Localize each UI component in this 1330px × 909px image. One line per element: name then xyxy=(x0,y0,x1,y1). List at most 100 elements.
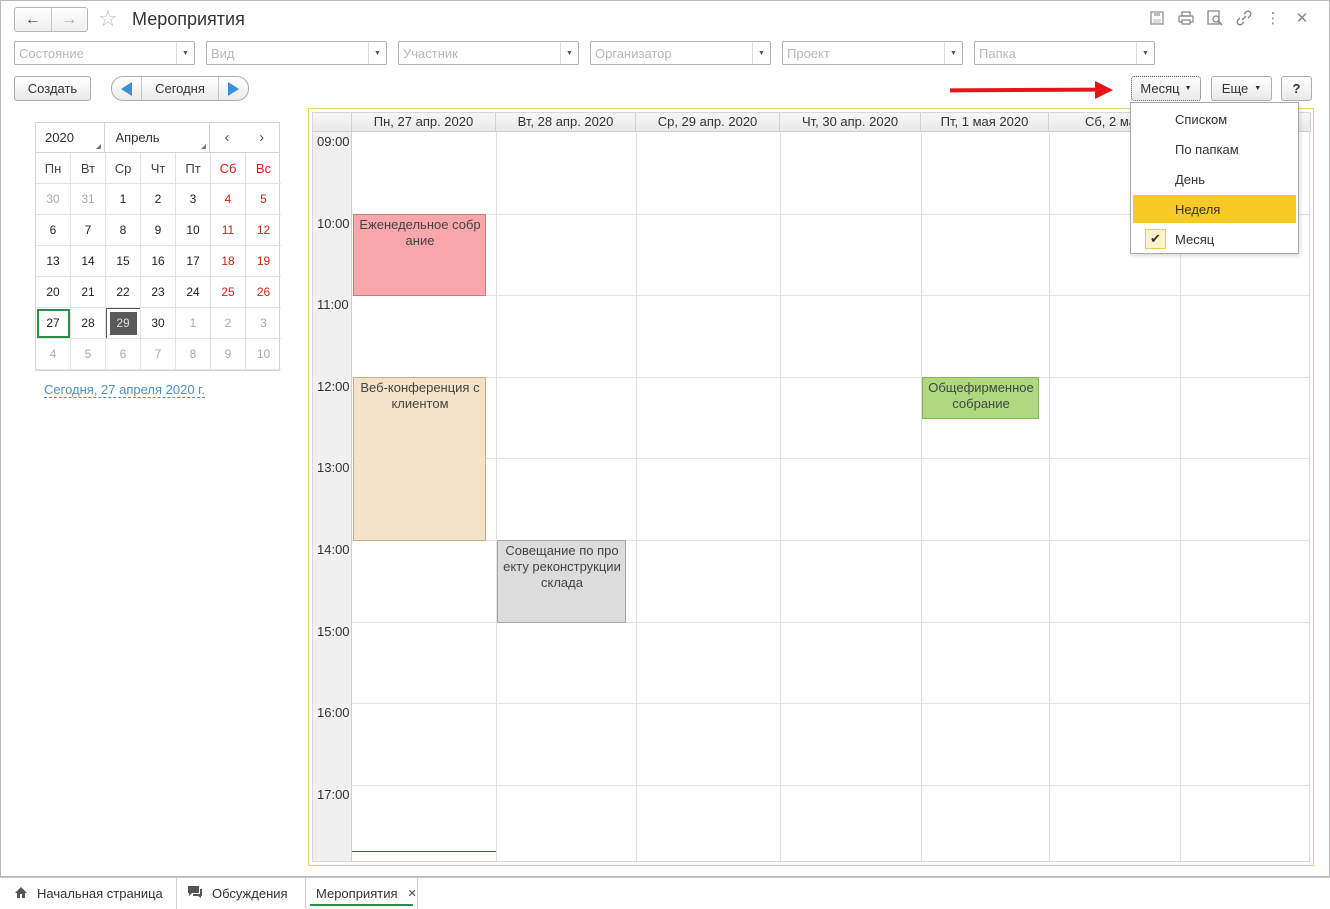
link-icon[interactable] xyxy=(1235,9,1253,27)
weekday-header: Сб xyxy=(211,153,246,184)
year-label: 2020 xyxy=(45,130,74,145)
tab-home[interactable]: Начальная страница xyxy=(0,878,177,909)
preview-icon[interactable] xyxy=(1206,9,1224,27)
chevron-down-icon[interactable]: ▼ xyxy=(368,42,386,64)
prev-month-button[interactable]: ‹ xyxy=(210,123,245,152)
calendar-day[interactable]: 3 xyxy=(176,184,211,215)
calendar-day[interactable]: 8 xyxy=(106,215,141,246)
tab-events[interactable]: Мероприятия ✕ xyxy=(306,878,418,909)
day-header[interactable]: Вт, 28 апр. 2020 xyxy=(496,113,636,132)
calendar-day[interactable]: 2 xyxy=(211,308,246,339)
calendar-event[interactable]: Совещание по проекту реконструкции склад… xyxy=(497,540,626,623)
calendar-day[interactable]: 3 xyxy=(246,308,281,339)
time-header-corner xyxy=(313,113,352,132)
calendar-day[interactable]: 20 xyxy=(36,277,71,308)
calendar-event[interactable]: Общефирменное собрание xyxy=(922,376,1039,419)
print-icon[interactable] xyxy=(1177,9,1195,27)
calendar-day[interactable]: 22 xyxy=(106,277,141,308)
more-vertical-icon[interactable]: ⋮ xyxy=(1264,9,1282,27)
filter-kind[interactable]: Вид ▼ xyxy=(206,41,387,65)
close-icon[interactable]: ✕ xyxy=(1293,9,1311,27)
chevron-down-icon[interactable]: ▼ xyxy=(752,42,770,64)
year-selector[interactable]: 2020 xyxy=(36,123,106,152)
view-menu-item[interactable]: Неделя xyxy=(1133,195,1296,223)
calendar-day[interactable]: 26 xyxy=(246,277,281,308)
create-button[interactable]: Создать xyxy=(14,76,91,101)
help-button[interactable]: ? xyxy=(1281,76,1312,101)
calendar-day[interactable]: 6 xyxy=(36,215,71,246)
prev-period-button[interactable] xyxy=(112,77,142,100)
view-menu-item[interactable]: ✔ Месяц xyxy=(1133,225,1296,253)
chevron-down-icon[interactable]: ▼ xyxy=(944,42,962,64)
view-menu-item[interactable]: День xyxy=(1133,165,1296,193)
calendar-day[interactable]: 9 xyxy=(141,215,176,246)
calendar-day[interactable]: 5 xyxy=(71,339,106,370)
calendar-day[interactable]: 10 xyxy=(176,215,211,246)
calendar-day[interactable]: 14 xyxy=(71,246,106,277)
today-link[interactable]: Сегодня, 27 апреля 2020 г. xyxy=(44,382,205,398)
hour-divider xyxy=(352,621,1309,623)
calendar-day[interactable]: 23 xyxy=(141,277,176,308)
calendar-day[interactable]: 28 xyxy=(71,308,106,339)
day-header[interactable]: Чт, 30 апр. 2020 xyxy=(780,113,921,132)
calendar-day[interactable]: 17 xyxy=(176,246,211,277)
close-icon[interactable]: ✕ xyxy=(408,887,417,900)
calendar-day[interactable]: 10 xyxy=(246,339,281,370)
calendar-day[interactable]: 12 xyxy=(246,215,281,246)
chevron-down-icon: ▼ xyxy=(1254,85,1262,92)
month-selector[interactable]: Апрель xyxy=(105,123,210,152)
calendar-day[interactable]: 16 xyxy=(141,246,176,277)
filter-project[interactable]: Проект ▼ xyxy=(782,41,963,65)
calendar-day[interactable]: 25 xyxy=(211,277,246,308)
filter-participant[interactable]: Участник ▼ xyxy=(398,41,579,65)
chevron-down-icon: ▼ xyxy=(1184,85,1192,92)
chevron-down-icon[interactable]: ▼ xyxy=(176,42,194,64)
day-header[interactable]: Ср, 29 апр. 2020 xyxy=(636,113,780,132)
calendar-day[interactable]: 2 xyxy=(141,184,176,215)
calendar-day[interactable]: 9 xyxy=(211,339,246,370)
calendar-day[interactable]: 19 xyxy=(246,246,281,277)
calendar-day[interactable]: 21 xyxy=(71,277,106,308)
view-menu-item[interactable]: Списком xyxy=(1133,105,1296,133)
view-mode-button[interactable]: Месяц ▼ xyxy=(1131,76,1201,101)
star-icon[interactable]: ☆ xyxy=(98,7,118,31)
calendar-day[interactable]: 24 xyxy=(176,277,211,308)
calendar-day[interactable]: 4 xyxy=(211,184,246,215)
calendar-day[interactable]: 4 xyxy=(36,339,71,370)
calendar-day[interactable]: 29 xyxy=(106,308,141,339)
calendar-day[interactable]: 6 xyxy=(106,339,141,370)
filter-organizer[interactable]: Организатор ▼ xyxy=(590,41,771,65)
next-month-button[interactable]: › xyxy=(244,123,279,152)
day-header[interactable]: Пн, 27 апр. 2020 xyxy=(352,113,496,132)
calendar-day[interactable]: 7 xyxy=(141,339,176,370)
calendar-event[interactable]: Еженедельное собрание xyxy=(353,213,486,297)
chevron-down-icon[interactable]: ▼ xyxy=(560,42,578,64)
calendar-day[interactable]: 1 xyxy=(106,184,141,215)
day-header[interactable]: Пт, 1 мая 2020 xyxy=(921,113,1049,132)
save-icon[interactable] xyxy=(1148,9,1166,27)
filter-folder[interactable]: Папка ▼ xyxy=(974,41,1155,65)
calendar-day[interactable]: 13 xyxy=(36,246,71,277)
filter-project-placeholder: Проект xyxy=(787,46,830,61)
calendar-day[interactable]: 31 xyxy=(71,184,106,215)
calendar-day[interactable]: 30 xyxy=(36,184,71,215)
calendar-day[interactable]: 11 xyxy=(211,215,246,246)
calendar-day[interactable]: 15 xyxy=(106,246,141,277)
forward-button[interactable]: → xyxy=(52,8,88,31)
calendar-day[interactable]: 7 xyxy=(71,215,106,246)
more-button[interactable]: Еще ▼ xyxy=(1211,76,1272,101)
calendar-day[interactable]: 30 xyxy=(141,308,176,339)
back-button[interactable]: ← xyxy=(15,8,52,31)
today-button[interactable]: Сегодня xyxy=(142,81,218,96)
calendar-day[interactable]: 1 xyxy=(176,308,211,339)
calendar-day[interactable]: 18 xyxy=(211,246,246,277)
calendar-day[interactable]: 5 xyxy=(246,184,281,215)
filter-state[interactable]: Состояние ▼ xyxy=(14,41,195,65)
next-period-button[interactable] xyxy=(218,77,248,100)
tab-discussions[interactable]: Обсуждения xyxy=(177,878,306,909)
calendar-day[interactable]: 27 xyxy=(36,308,71,339)
chevron-down-icon[interactable]: ▼ xyxy=(1136,42,1154,64)
view-menu-item[interactable]: По папкам xyxy=(1133,135,1296,163)
calendar-day[interactable]: 8 xyxy=(176,339,211,370)
calendar-event[interactable]: Веб-конференция с клиентом xyxy=(353,376,486,541)
